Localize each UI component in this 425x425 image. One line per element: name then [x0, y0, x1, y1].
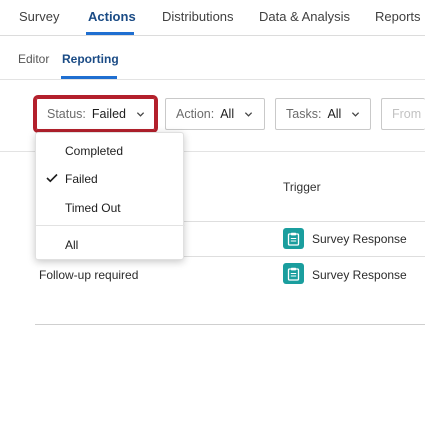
active-subtab-indicator — [61, 76, 117, 79]
active-tab-indicator — [86, 32, 134, 35]
sub-nav: Editor Reporting — [0, 36, 425, 80]
status-filter-button[interactable]: Status: Failed — [33, 95, 158, 133]
tasks-filter-value: All — [327, 107, 342, 121]
trigger-column-header: Trigger — [283, 180, 321, 194]
status-option-failed[interactable]: Failed — [65, 172, 98, 186]
tab-editor[interactable]: Editor — [18, 52, 49, 66]
status-option-timed-out[interactable]: Timed Out — [65, 201, 121, 215]
menu-separator — [36, 225, 185, 226]
tab-survey[interactable]: Survey — [19, 9, 59, 24]
tab-actions[interactable]: Actions — [88, 9, 136, 24]
row-trigger: Survey Response — [312, 268, 407, 282]
action-filter-label: Action: — [176, 107, 215, 121]
tab-data-analysis[interactable]: Data & Analysis — [259, 9, 350, 24]
tasks-filter-label: Tasks: — [286, 107, 322, 121]
from-date-filter[interactable]: From — [381, 98, 425, 130]
checkmark-icon — [46, 173, 58, 183]
chevron-down-icon — [352, 111, 360, 117]
from-date-label: From — [392, 107, 422, 121]
row-trigger: Survey Response — [312, 232, 407, 246]
chevron-down-icon — [245, 111, 253, 117]
row-action: Follow-up required — [39, 268, 139, 282]
clipboard-icon — [283, 263, 304, 284]
tab-reports[interactable]: Reports — [375, 9, 421, 24]
status-option-completed[interactable]: Completed — [65, 144, 123, 158]
chevron-down-icon — [136, 111, 145, 117]
table-bottom-divider — [35, 324, 425, 325]
tab-distributions[interactable]: Distributions — [162, 9, 234, 24]
status-option-all[interactable]: All — [65, 238, 78, 252]
action-filter-value: All — [220, 107, 235, 121]
action-filter-button[interactable]: Action: All — [165, 98, 265, 130]
top-nav: Survey Actions Distributions Data & Anal… — [0, 0, 425, 36]
status-filter-value: Failed — [91, 107, 126, 121]
status-dropdown-menu: Completed Failed Timed Out All — [35, 132, 185, 260]
status-filter-label: Status: — [47, 107, 86, 121]
tab-reporting[interactable]: Reporting — [62, 52, 119, 66]
clipboard-icon — [283, 228, 304, 249]
tasks-filter-button[interactable]: Tasks: All — [275, 98, 371, 130]
